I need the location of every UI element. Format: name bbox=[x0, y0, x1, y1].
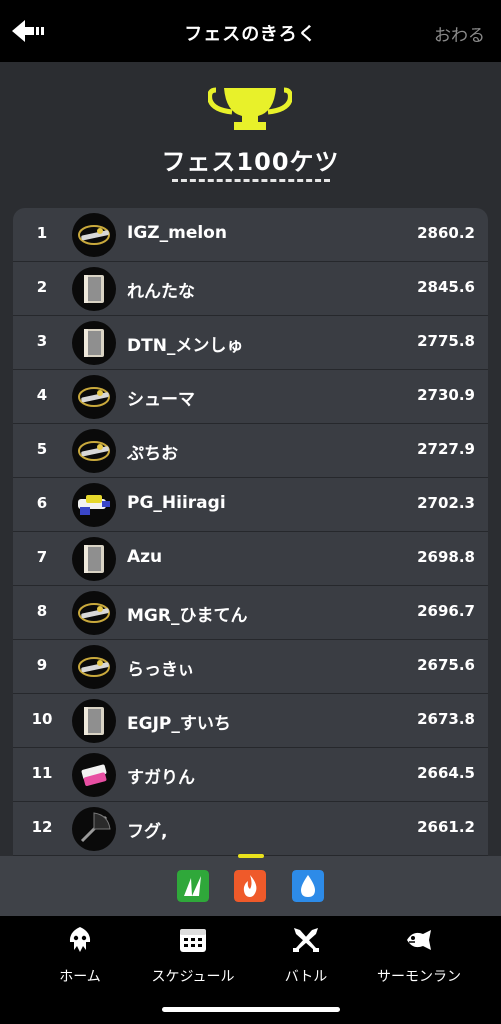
salmon-icon bbox=[407, 930, 431, 950]
player-name: らっきぃ bbox=[127, 660, 195, 680]
rank-number: 12 bbox=[31, 818, 53, 836]
player-name: Azu bbox=[127, 547, 163, 567]
fes-power: 2675.6 bbox=[417, 656, 475, 674]
player-name: ぷちお bbox=[127, 444, 179, 464]
charger-weapon-icon bbox=[72, 591, 116, 635]
rank-number: 8 bbox=[36, 602, 48, 620]
rank-number: 9 bbox=[36, 656, 48, 674]
tab-salmon-run[interactable]: サーモンラン bbox=[359, 926, 479, 986]
ranking-row[interactable]: 1 IGZ_melon 2860.2 bbox=[13, 208, 488, 262]
fes-power: 2696.7 bbox=[417, 602, 475, 620]
ranking-row[interactable]: 12 フグ, 2661.2 bbox=[13, 802, 488, 856]
selected-team-indicator bbox=[238, 854, 264, 858]
ranking-row[interactable]: 3 DTN_メンしゅ 2775.8 bbox=[13, 316, 488, 370]
rank-number: 10 bbox=[31, 710, 53, 728]
fes-power: 2845.6 bbox=[417, 278, 475, 296]
charger-weapon-icon bbox=[72, 375, 116, 419]
trophy-icon bbox=[208, 87, 292, 130]
fes-power: 2727.9 bbox=[417, 440, 475, 458]
player-name: IGZ_melon bbox=[127, 223, 227, 243]
player-name: MGR_ひまてん bbox=[127, 606, 248, 626]
ranking-row[interactable]: 2 れんたな 2845.6 bbox=[13, 262, 488, 316]
fes-power: 2673.8 bbox=[417, 710, 475, 728]
tab-home-label: ホーム bbox=[59, 969, 101, 985]
player-name: PG_Hiiragi bbox=[127, 493, 226, 513]
fes-power: 2730.9 bbox=[417, 386, 475, 404]
fes-power: 2775.8 bbox=[417, 332, 475, 350]
rank-number: 3 bbox=[36, 332, 48, 350]
fes-power: 2698.8 bbox=[417, 548, 475, 566]
ranking-row[interactable]: 6 PG_Hiiragi 2702.3 bbox=[13, 478, 488, 532]
fes-power: 2860.2 bbox=[417, 224, 475, 242]
fes-power: 2661.2 bbox=[417, 818, 475, 836]
tab-battle[interactable]: バトル bbox=[246, 926, 366, 986]
ranking-row[interactable]: 11 すガりん 2664.5 bbox=[13, 748, 488, 802]
brella-weapon-icon bbox=[72, 807, 116, 851]
player-name: すガりん bbox=[127, 768, 195, 788]
ranking-list: 1 IGZ_melon 2860.2 2 れんたな 2845.6 3 DTN_メンしゅ 2775… bbox=[13, 208, 488, 856]
ranking-row[interactable]: 9 らっきぃ 2675.6 bbox=[13, 640, 488, 694]
ranking-row[interactable]: 5 ぷちお 2727.9 bbox=[13, 424, 488, 478]
player-name: フグ, bbox=[127, 822, 168, 842]
rank-number: 2 bbox=[36, 278, 48, 296]
brush-weapon-icon bbox=[72, 321, 116, 365]
rank-number: 5 bbox=[36, 440, 48, 458]
ranking-row[interactable]: 7 Azu 2698.8 bbox=[13, 532, 488, 586]
ranking-row[interactable]: 10 EGJP_すいち 2673.8 bbox=[13, 694, 488, 748]
home-indicator[interactable] bbox=[162, 1007, 340, 1012]
player-name: DTN_メンしゅ bbox=[127, 336, 244, 356]
player-name: EGJP_すいち bbox=[127, 714, 231, 734]
dualie-weapon-icon bbox=[72, 753, 116, 797]
crossed-weapons-icon bbox=[293, 928, 319, 952]
fire-team-icon[interactable] bbox=[234, 870, 266, 902]
squid-icon bbox=[69, 927, 91, 952]
player-name: れんたな bbox=[127, 282, 195, 302]
ranking-row[interactable]: 4 シューマ 2730.9 bbox=[13, 370, 488, 424]
fes-power: 2702.3 bbox=[417, 494, 475, 512]
calendar-icon bbox=[180, 929, 206, 952]
rank-number: 1 bbox=[36, 224, 48, 242]
rank-number: 7 bbox=[36, 548, 48, 566]
end-button[interactable]: おわる bbox=[434, 21, 485, 46]
section-title: フェス100ケツ bbox=[161, 148, 340, 176]
ranking-row[interactable]: 8 MGR_ひまてん 2696.7 bbox=[13, 586, 488, 640]
rank-number: 6 bbox=[36, 494, 48, 512]
tab-home[interactable]: ホーム bbox=[20, 926, 140, 986]
brush-weapon-icon bbox=[72, 267, 116, 311]
charger-weapon-icon bbox=[72, 645, 116, 689]
top-bar: フェスのきろく おわる bbox=[0, 0, 501, 62]
tab-battle-label: バトル bbox=[284, 969, 328, 985]
water-team-icon[interactable] bbox=[292, 870, 324, 902]
main-content: フェス100ケツ 1 IGZ_melon 2860.2 2 れんたな 2845.6 3 DTN… bbox=[0, 62, 501, 856]
brush-weapon-icon bbox=[72, 699, 116, 743]
rank-number: 11 bbox=[31, 764, 53, 782]
tab-salmon-run-label: サーモンラン bbox=[377, 969, 461, 985]
page-title: フェスのきろく bbox=[184, 24, 317, 45]
tab-schedule[interactable]: スケジュール bbox=[133, 926, 253, 986]
fes-power: 2664.5 bbox=[417, 764, 475, 782]
title-underline bbox=[172, 179, 330, 182]
tab-schedule-label: スケジュール bbox=[151, 969, 235, 985]
charger-weapon-icon bbox=[72, 213, 116, 257]
charger-weapon-icon bbox=[72, 429, 116, 473]
grass-team-icon[interactable] bbox=[177, 870, 209, 902]
brush-weapon-icon bbox=[72, 537, 116, 581]
player-name: シューマ bbox=[127, 390, 195, 410]
rank-number: 4 bbox=[36, 386, 48, 404]
shooter-weapon-icon bbox=[72, 483, 116, 527]
